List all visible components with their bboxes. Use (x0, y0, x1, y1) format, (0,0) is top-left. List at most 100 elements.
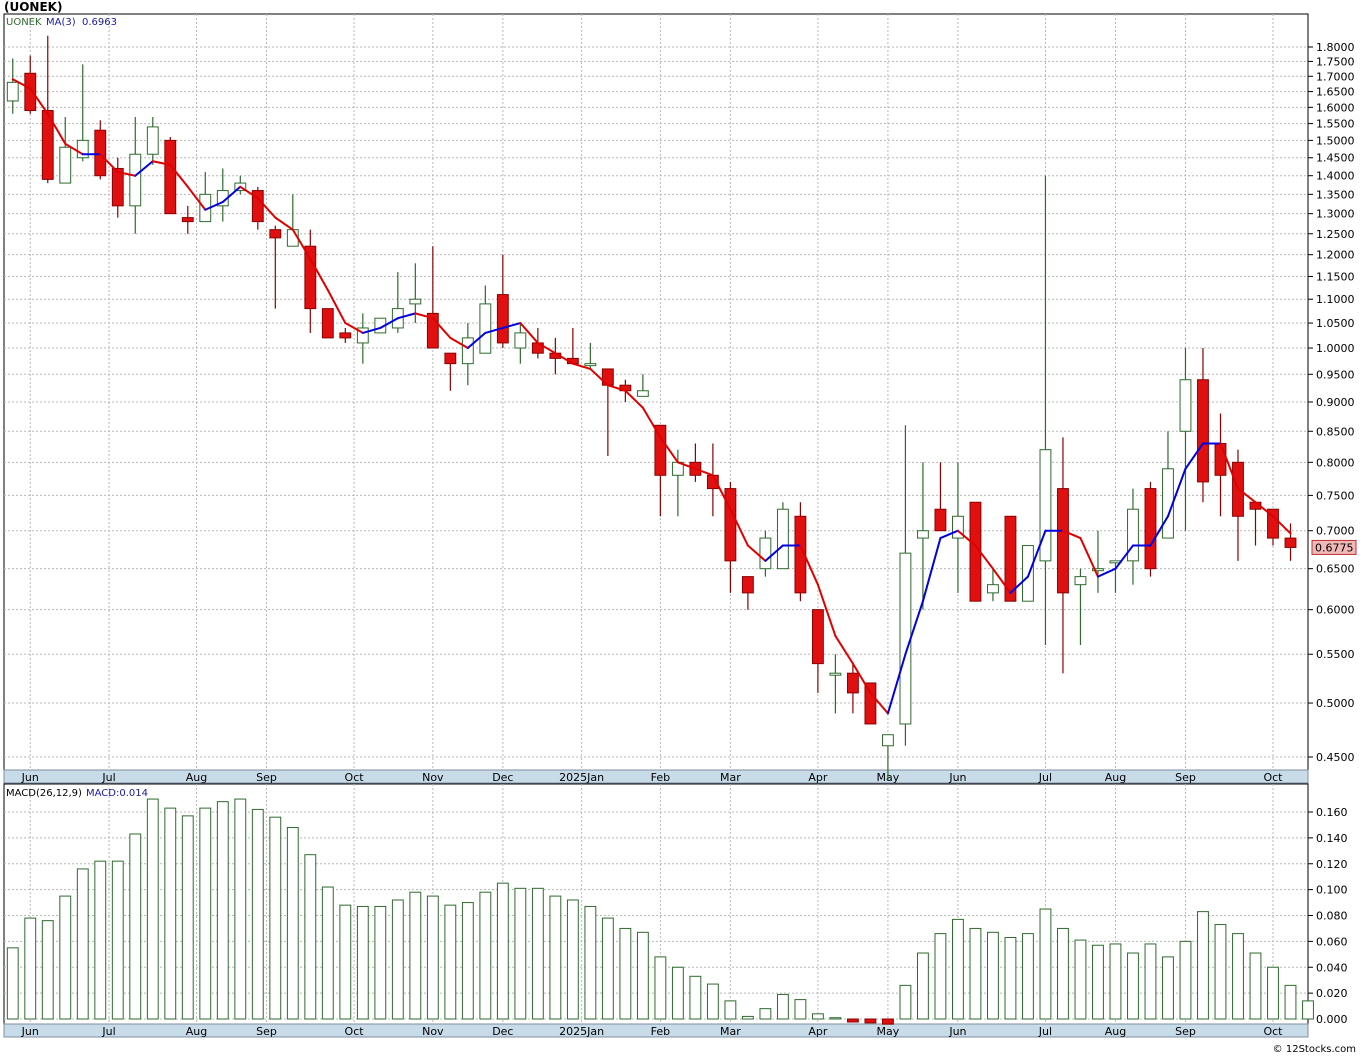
price-x-tick-label: Jun (948, 771, 966, 784)
candle-body (129, 153, 142, 207)
price-y-tick-label: 0.5500 (1316, 648, 1355, 661)
macd-bar (1249, 952, 1262, 1020)
macd-x-tick-label: Jul (101, 1025, 115, 1038)
candle-body (146, 126, 159, 155)
macd-y-tick-label: 0.100 (1316, 884, 1348, 897)
price-y-tick-label: 0.6500 (1316, 563, 1355, 576)
candle-body (304, 245, 317, 310)
price-y-tick-label: 0.4500 (1316, 751, 1355, 764)
macd-bar (251, 808, 264, 1020)
macd-bar (654, 956, 667, 1020)
price-x-tick-label: Sep (256, 771, 277, 784)
price-y-tick-label: 1.5500 (1316, 118, 1355, 131)
macd-bar (829, 1017, 842, 1020)
macd-bar (549, 895, 562, 1020)
macd-bar (339, 904, 352, 1020)
price-y-tick-label: 1.1000 (1316, 293, 1355, 306)
macd-bar (1284, 984, 1297, 1020)
macd-bar (356, 905, 369, 1020)
price-y-tick-label: 1.3000 (1316, 208, 1355, 221)
price-y-tick-label: 1.7000 (1316, 70, 1355, 83)
macd-x-tick-label: Aug (186, 1025, 207, 1038)
candle-body (496, 294, 509, 344)
macd-x-tick-label: Apr (808, 1025, 828, 1038)
macd-bar (374, 905, 387, 1020)
macd-bar (181, 815, 194, 1020)
candle-body (881, 734, 894, 747)
last-price-label: 0.6775 (1315, 541, 1354, 554)
candle-body (1022, 545, 1034, 602)
price-x-tick-label: Nov (422, 771, 444, 784)
price-y-tick-label: 0.9000 (1316, 396, 1355, 409)
macd-bar (444, 904, 457, 1020)
macd-bar (917, 952, 929, 1020)
price-plot-frame (3, 13, 1309, 771)
macd-bar (269, 816, 282, 1020)
macd-bar (1004, 936, 1017, 1020)
macd-bar (1092, 944, 1104, 1020)
macd-y-tick-label: 0.080 (1316, 910, 1348, 923)
macd-bar (514, 887, 527, 1020)
price-y-tick-label: 1.7500 (1316, 55, 1355, 68)
price-x-tick-label: 2025Jan (559, 771, 604, 784)
candle-body (934, 508, 947, 532)
macd-bar (794, 999, 807, 1020)
price-x-tick-label: Dec (492, 771, 513, 784)
macd-bar (304, 854, 317, 1020)
candle-body (1039, 449, 1052, 562)
candle-body (846, 672, 859, 694)
macd-bar (24, 917, 37, 1020)
macd-bar (1179, 940, 1192, 1020)
candle-body (584, 363, 597, 367)
macd-bar (479, 891, 492, 1020)
price-y-tick-label: 0.8500 (1316, 425, 1355, 438)
price-y-tick-label: 1.8000 (1316, 41, 1355, 54)
candle-body (181, 217, 194, 223)
macd-bar (409, 891, 422, 1020)
macd-bar (899, 984, 912, 1020)
candle-body (1127, 508, 1139, 562)
macd-x-tick-label: Nov (422, 1025, 444, 1038)
macd-x-tick-label: Sep (256, 1025, 277, 1038)
candle-body (409, 298, 422, 305)
candle-body (759, 537, 772, 570)
price-panel: 1.80001.7500 1.7000 1.6500 1.6000 1.5500 1.50… (3, 13, 1357, 784)
candle-body (899, 552, 912, 725)
macd-bar (111, 860, 124, 1020)
macd-x-tick-label: Mar (720, 1025, 741, 1038)
candle-body (987, 584, 999, 594)
macd-y-tick-label: 0.000 (1316, 1013, 1348, 1026)
candle-body (1179, 379, 1192, 432)
candle-body (94, 129, 107, 177)
macd-bar (199, 807, 212, 1020)
macd-bar (531, 887, 544, 1020)
macd-bar (321, 886, 334, 1020)
price-y-tick-label: 0.7500 (1316, 489, 1355, 502)
macd-bar (6, 947, 19, 1020)
chart-canvas: 1.80001.7500 1.7000 1.6500 1.6000 1.5500 1.50… (3, 13, 1357, 1055)
candle-body (164, 139, 177, 215)
macd-y-tick-label: 0.160 (1316, 806, 1348, 819)
price-y-tick-label: 1.0500 (1316, 317, 1355, 330)
price-y-tick-label: 1.6000 (1316, 101, 1355, 114)
macd-bar (1162, 956, 1174, 1020)
macd-x-tick-label: Jun (21, 1025, 39, 1038)
price-x-tick-label: Oct (345, 771, 365, 784)
candle-body (514, 332, 527, 349)
macd-bar (969, 927, 982, 1020)
macd-x-tick-label: Sep (1175, 1025, 1196, 1038)
price-y-tick-label: 1.4500 (1316, 152, 1355, 165)
macd-bar (846, 1018, 859, 1023)
candle-body (776, 508, 789, 570)
macd-x-tick-label: 2025Jan (559, 1025, 604, 1038)
macd-bar (811, 1013, 824, 1020)
macd-bar (952, 918, 964, 1020)
legend-symbol: UONEK (6, 17, 42, 28)
macd-bar (689, 975, 702, 1020)
macd-bar (391, 899, 404, 1020)
price-y-tick-label: 1.5000 (1316, 134, 1355, 147)
macd-bar (426, 895, 439, 1020)
candle-body (111, 167, 124, 207)
macd-bar (1214, 924, 1227, 1020)
price-y-tick-label: 0.8000 (1316, 456, 1355, 469)
